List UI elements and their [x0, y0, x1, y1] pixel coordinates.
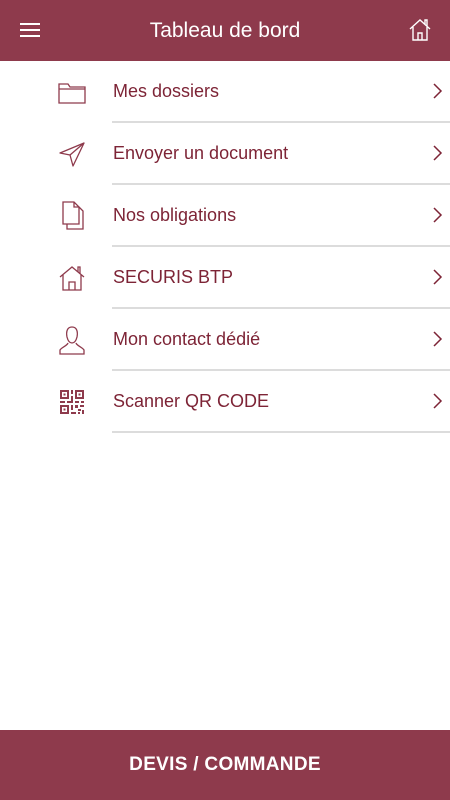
- top-app-bar: Tableau de bord: [0, 0, 450, 61]
- chevron-right-icon: [433, 207, 443, 223]
- user-icon: [56, 324, 88, 356]
- menu-item-nos-obligations[interactable]: Nos obligations: [0, 185, 450, 247]
- menu-item-label: Nos obligations: [113, 205, 237, 225]
- divider: [112, 431, 450, 433]
- menu-item-label: Mon contact dédié: [113, 329, 261, 349]
- menu-list: Mes dossiers Envoyer un document Nos obl…: [0, 61, 450, 433]
- chevron-right-icon: [433, 331, 443, 347]
- chevron-right-icon: [433, 393, 443, 409]
- documents-icon: [56, 200, 88, 232]
- menu-item-envoyer-document[interactable]: Envoyer un document: [0, 123, 450, 185]
- menu-item-label: Mes dossiers: [113, 81, 220, 101]
- page-title: Tableau de bord: [149, 19, 301, 42]
- menu-item-label: Scanner QR CODE: [113, 391, 270, 411]
- app-screen: Tableau de bord Mes dossiers Envoyer un …: [0, 0, 450, 800]
- menu-item-scanner-qr[interactable]: Scanner QR CODE: [0, 371, 450, 433]
- menu-item-label: SECURIS BTP: [113, 267, 234, 287]
- house-icon: [56, 262, 88, 294]
- menu-item-securis-btp[interactable]: SECURIS BTP: [0, 247, 450, 309]
- home-icon: [409, 19, 431, 41]
- menu-item-mon-contact[interactable]: Mon contact dédié: [0, 309, 450, 371]
- chevron-right-icon: [433, 269, 443, 285]
- chevron-right-icon: [433, 145, 443, 161]
- home-button[interactable]: [404, 14, 436, 46]
- folder-icon: [56, 76, 88, 108]
- chevron-right-icon: [433, 83, 443, 99]
- send-paper-plane-icon: [56, 138, 88, 170]
- menu-item-mes-dossiers[interactable]: Mes dossiers: [0, 61, 450, 123]
- devis-commande-button[interactable]: DEVIS / COMMANDE: [0, 730, 450, 800]
- qr-code-icon: [56, 386, 88, 418]
- devis-commande-label: DEVIS / COMMANDE: [129, 754, 321, 775]
- menu-item-label: Envoyer un document: [113, 143, 289, 163]
